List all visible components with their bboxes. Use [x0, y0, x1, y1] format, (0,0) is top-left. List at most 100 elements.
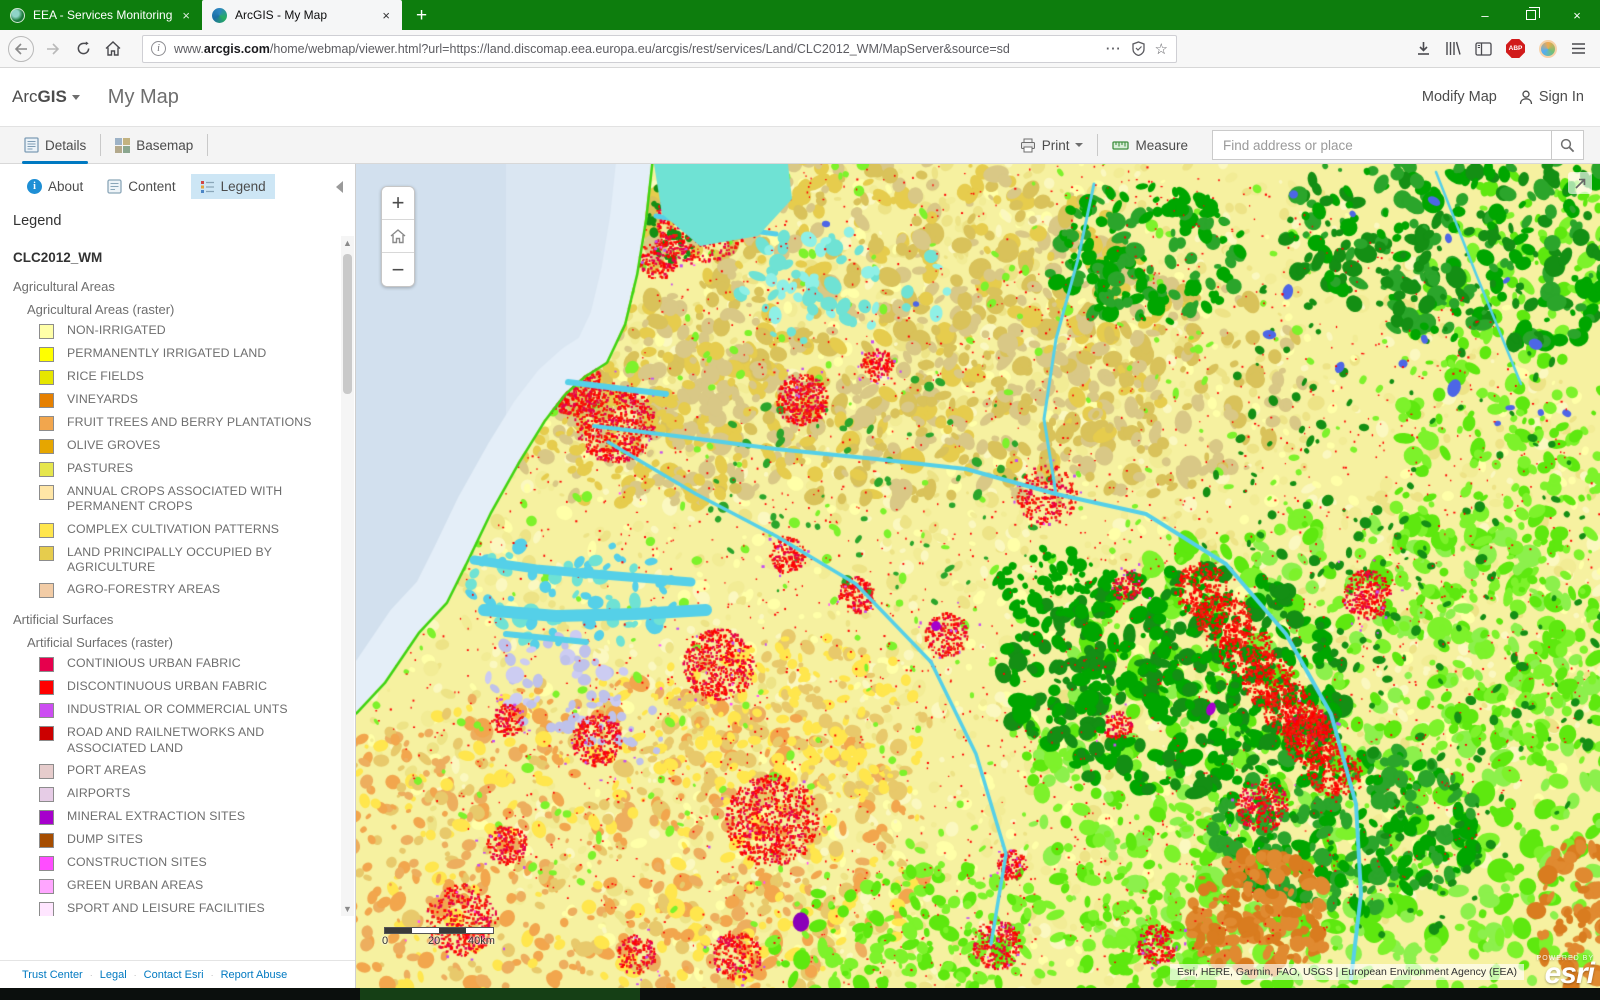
page-actions-icon[interactable]: ··· — [1106, 42, 1122, 56]
scale-start-label: 0 — [382, 935, 388, 947]
map-viewport[interactable]: + − 0 20 40km Esri, HERE, Garmin, FAO, U… — [356, 164, 1600, 988]
scale-bar: 0 20 40km — [384, 927, 494, 948]
browser-tab-arcgis[interactable]: ArcGIS - My Map × — [202, 0, 402, 30]
legend-item-label: COMPLEX CULTIVATION PATTERNS — [67, 522, 279, 537]
legend-item-label: CONTINIOUS URBAN FABRIC — [67, 656, 241, 671]
legend-swatch — [39, 416, 54, 431]
legend-swatch — [39, 347, 54, 362]
legend-item: CONTINIOUS URBAN FABRIC — [39, 656, 341, 672]
details-button[interactable]: Details — [14, 127, 96, 164]
arcgis-brand-menu[interactable]: ArcGIS — [12, 87, 80, 107]
legend-swatch — [39, 324, 54, 339]
window-controls: – × — [1462, 0, 1600, 30]
legend-swatch — [39, 902, 54, 916]
legend-subgroup-title: Agricultural Areas (raster) — [27, 302, 341, 317]
legend-icon — [200, 180, 215, 194]
legend-item-label: OLIVE GROVES — [67, 438, 160, 453]
tab-close-icon[interactable]: × — [380, 8, 392, 23]
open-extent-button[interactable] — [1568, 172, 1592, 194]
new-tab-button[interactable]: + — [402, 2, 441, 30]
legend-group-title: Artificial Surfaces — [13, 612, 341, 627]
search-input[interactable] — [1213, 138, 1551, 153]
legend-item-label: SPORT AND LEISURE FACILITIES — [67, 901, 265, 916]
footer-link[interactable]: Trust Center — [22, 969, 83, 981]
taskbar-edge — [0, 988, 1600, 1000]
scale-end-label: 40km — [468, 935, 495, 947]
legend-item-label: LAND PRINCIPALLY OCCUPIED BY AGRICULTURE — [67, 545, 335, 576]
legend-swatch — [39, 856, 54, 871]
legend-item-label: ROAD AND RAILNETWORKS AND ASSOCIATED LAN… — [67, 725, 335, 756]
map-toolbar: Details Basemap Print Measure — [0, 126, 1600, 164]
info-icon: i — [27, 179, 42, 194]
library-icon[interactable] — [1445, 41, 1461, 56]
legend-item: ANNUAL CROPS ASSOCIATED WITH PERMANENT C… — [39, 484, 341, 515]
bookmark-star-icon[interactable]: ☆ — [1155, 40, 1168, 58]
back-button[interactable] — [8, 36, 34, 62]
scale-mid-label: 20 — [428, 935, 440, 947]
land-cover-map[interactable] — [356, 164, 1600, 988]
legend-item-label: ANNUAL CROPS ASSOCIATED WITH PERMANENT C… — [67, 484, 335, 515]
footer-link[interactable]: Contact Esri — [144, 969, 204, 981]
page-title: My Map — [108, 86, 179, 109]
sidebar-toggle-icon[interactable] — [1475, 42, 1492, 56]
footer-link[interactable]: Report Abuse — [221, 969, 288, 981]
northeast-arrow-icon — [1574, 177, 1587, 190]
pocket-shield-icon[interactable] — [1132, 41, 1145, 56]
home-button[interactable] — [98, 34, 128, 64]
site-info-icon[interactable]: i — [151, 41, 166, 56]
sign-in-link[interactable]: Sign In — [1519, 89, 1584, 105]
legend-swatch — [39, 810, 54, 825]
tab-about[interactable]: i About — [18, 174, 92, 199]
browser-tab-eea[interactable]: EEA - Services Monitoring × — [0, 0, 202, 30]
zoom-in-button[interactable]: + — [382, 187, 414, 220]
minimize-button[interactable]: – — [1462, 0, 1508, 30]
collapse-panel-icon[interactable] — [336, 181, 343, 193]
legend-item-label: AIRPORTS — [67, 786, 130, 801]
tab-close-icon[interactable]: × — [180, 8, 192, 23]
adblock-icon[interactable]: ABP — [1506, 39, 1525, 58]
footer-link[interactable]: Legal — [100, 969, 127, 981]
scrollbar-thumb[interactable] — [343, 254, 352, 394]
content-icon — [107, 179, 122, 194]
legend-item: INDUSTRIAL OR COMMERCIAL UNTS — [39, 702, 341, 718]
home-extent-button[interactable] — [382, 220, 414, 253]
legend-item: AGRO-FORESTRY AREAS — [39, 582, 341, 598]
basemap-button[interactable]: Basemap — [105, 127, 203, 164]
zoom-out-button[interactable]: − — [382, 253, 414, 286]
legend-item-label: VINEYARDS — [67, 392, 138, 407]
legend-swatch — [39, 583, 54, 598]
print-button[interactable]: Print — [1010, 127, 1094, 164]
downloads-icon[interactable] — [1416, 41, 1431, 56]
chevron-down-icon — [1075, 143, 1083, 147]
forward-button[interactable] — [38, 34, 68, 64]
restore-button[interactable] — [1508, 0, 1554, 30]
url-bar[interactable]: i www.arcgis.com/home/webmap/viewer.html… — [142, 35, 1177, 63]
legend-item: FRUIT TREES AND BERRY PLANTATIONS — [39, 415, 341, 431]
modify-map-link[interactable]: Modify Map — [1422, 89, 1497, 105]
tab-legend[interactable]: Legend — [191, 174, 275, 199]
legend-item: MINERAL EXTRACTION SITES — [39, 809, 341, 825]
legend-list: CLC2012_WM Agricultural AreasAgricultura… — [0, 236, 341, 916]
legend-item: DUMP SITES — [39, 832, 341, 848]
menu-icon[interactable] — [1571, 42, 1586, 55]
legend-swatch — [39, 485, 54, 500]
arcgis-favicon-icon — [212, 8, 227, 23]
measure-button[interactable]: Measure — [1102, 127, 1198, 164]
url-text: www.arcgis.com/home/webmap/viewer.html?u… — [174, 42, 1098, 56]
map-attribution: Esri, HERE, Garmin, FAO, USGS | European… — [1170, 964, 1524, 980]
details-icon — [24, 137, 39, 153]
legend-item: LAND PRINCIPALLY OCCUPIED BY AGRICULTURE — [39, 545, 341, 576]
scroll-up-icon[interactable]: ▲ — [341, 236, 354, 250]
reload-button[interactable] — [68, 34, 98, 64]
legend-panel-title: Legend — [0, 205, 355, 233]
extension-globe-icon[interactable] — [1539, 40, 1557, 58]
scroll-down-icon[interactable]: ▼ — [341, 902, 354, 916]
tab-content[interactable]: Content — [98, 174, 184, 199]
search-button[interactable] — [1551, 131, 1583, 159]
chevron-down-icon — [72, 95, 80, 100]
legend-scrollbar[interactable]: ▲ ▼ — [341, 236, 354, 916]
search-box — [1212, 130, 1584, 160]
legend-item-label: GREEN URBAN AREAS — [67, 878, 203, 893]
legend-group-title: Agricultural Areas — [13, 279, 341, 294]
close-button[interactable]: × — [1554, 0, 1600, 30]
